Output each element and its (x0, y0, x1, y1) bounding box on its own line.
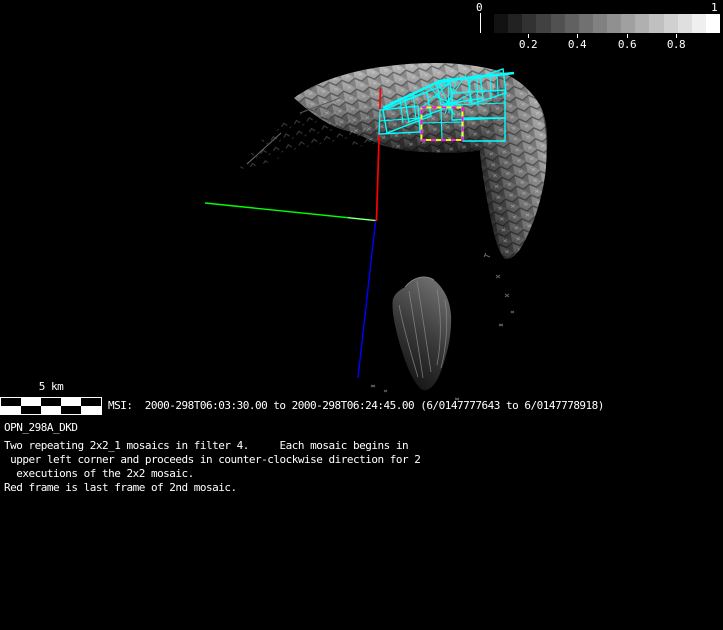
colorbar-step (705, 14, 720, 33)
colorbar-step (663, 14, 678, 33)
scale-bar-cell (21, 406, 41, 414)
colorbar-step (607, 14, 622, 33)
scale-bar-cell (1, 398, 21, 406)
visualization-window: { "window": { "background": "#000000", "… (0, 0, 723, 630)
colorbar-zero-tick (480, 13, 481, 33)
caption-block: OPN_298A_DKD Two repeating 2x2_1 mosaics… (4, 421, 421, 495)
asteroid-south-lobe (392, 276, 452, 391)
caption-line: Red frame is last frame of 2nd mosaic. (4, 481, 237, 494)
colorbar-step (578, 14, 593, 33)
colorbar-tick-label: 0.6 (617, 38, 637, 51)
colorbar-step (564, 14, 579, 33)
scale-bar-cell (41, 406, 61, 414)
colorbar-gradient-strip (494, 14, 720, 33)
y-axis-tip (347, 217, 376, 221)
colorbar-tick-label: 0.2 (518, 38, 538, 51)
colorbar-step (550, 14, 565, 33)
colorbar-step (649, 14, 664, 33)
scale-bar-cell (41, 398, 61, 406)
colorbar-tick-label: 0.4 (567, 38, 587, 51)
colorbar-step (494, 14, 509, 33)
scale-bar-cell (21, 398, 41, 406)
colorbar-tick-label: 0.8 (666, 38, 686, 51)
colorbar-step (522, 14, 537, 33)
colorbar-step (635, 14, 650, 33)
colorbar-step (508, 14, 523, 33)
scale-bar-cell (1, 406, 21, 414)
colorbar-step (691, 14, 706, 33)
scale-bar-cell (61, 406, 81, 414)
colorbar-step (677, 14, 692, 33)
z-axis-line (357, 221, 377, 379)
colorbar-step (621, 14, 636, 33)
scale-bar-checkerboard (0, 397, 102, 415)
scale-bar-cell (61, 398, 81, 406)
colorbar-max-label: 1 (711, 1, 718, 14)
caption-line: executions of the 2x2 mosaic. (4, 467, 194, 480)
caption-line: upper left corner and proceeds in counte… (4, 453, 421, 466)
sequence-id: OPN_298A_DKD (4, 421, 78, 434)
scale-bar-label: 5 km (38, 380, 64, 393)
scale-bar-cell (81, 406, 101, 414)
scale-bar-cell (81, 398, 101, 406)
status-line: MSI: 2000-298T06:03:30.00 to 2000-298T06… (108, 399, 604, 412)
render-viewport[interactable] (0, 0, 723, 630)
caption-line: Two repeating 2x2_1 mosaics in filter 4.… (4, 439, 409, 452)
colorbar-step (592, 14, 607, 33)
asteroid-shape-model (238, 62, 548, 401)
colorbar-step (536, 14, 551, 33)
